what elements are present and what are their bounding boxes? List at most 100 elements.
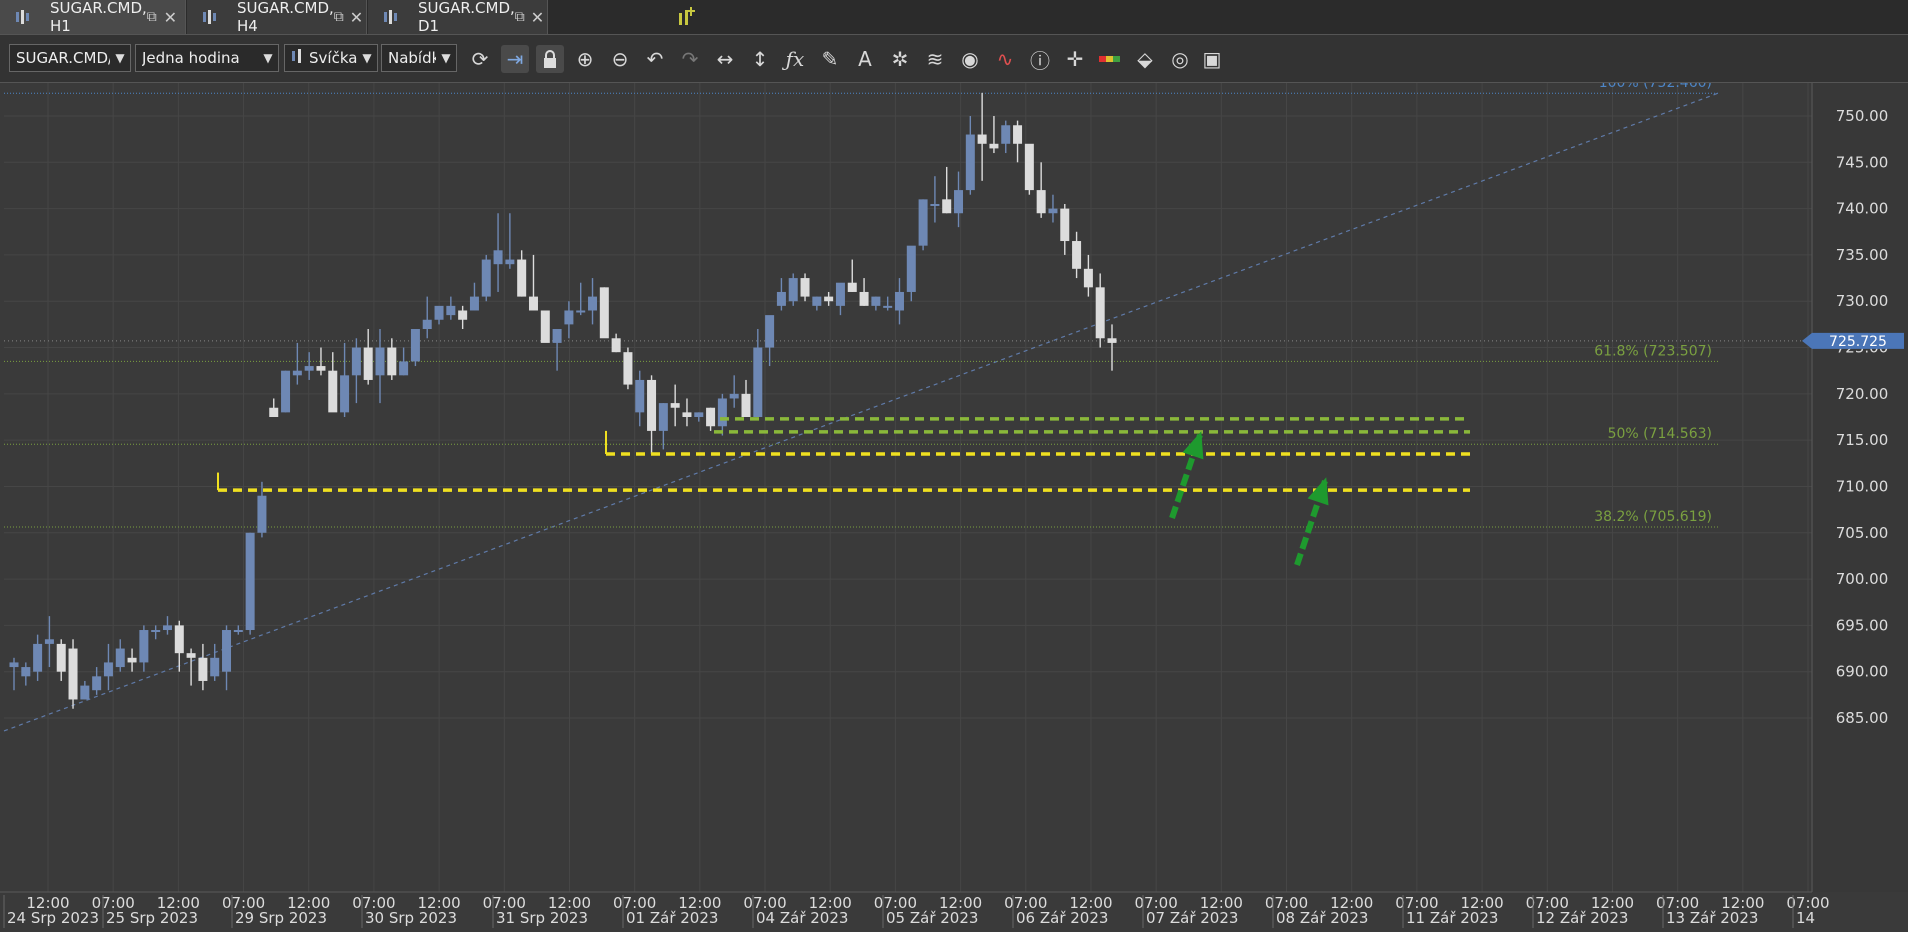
candle-body <box>517 259 527 297</box>
chart-type-select[interactable]: Svíčka ▼ <box>284 44 378 72</box>
x-date-label: 25 Srp 2023 <box>106 909 198 927</box>
candle-body <box>883 305 893 308</box>
chevron-down-icon: ▼ <box>263 51 273 65</box>
layers-icon[interactable]: ≋ <box>921 45 949 73</box>
candle-body <box>623 352 633 385</box>
auto-scroll-icon[interactable]: ⇥ <box>501 45 529 73</box>
candle-body <box>564 310 574 325</box>
tab-sugar-h1[interactable]: SUGAR.CMD, H1 ⧉ ✕ <box>0 0 186 35</box>
candle-body <box>493 250 503 265</box>
candle-body <box>351 347 361 376</box>
candle-body <box>186 653 196 658</box>
chevron-down-icon: ▼ <box>362 51 372 65</box>
period-select[interactable]: Jedna hodina ▼ <box>135 44 279 72</box>
zoom-in-icon[interactable]: ⊕ <box>571 45 599 73</box>
candle-body <box>694 412 704 417</box>
candle-body <box>552 329 562 343</box>
instrument-select[interactable]: SUGAR.CMD/USD ▼ <box>9 44 131 72</box>
price-side-select[interactable]: Nabídka ▼ <box>381 44 457 72</box>
color-scheme-icon[interactable] <box>1096 45 1124 73</box>
popout-icon[interactable]: ⧉ <box>147 9 158 25</box>
close-icon[interactable]: ✕ <box>531 8 544 27</box>
x-date-label: 29 Srp 2023 <box>235 909 327 927</box>
templates-icon[interactable]: ◎ <box>1166 45 1194 73</box>
candle-body <box>505 259 515 265</box>
tab-label: SUGAR.CMD, H4 <box>237 0 334 35</box>
instrument-value: SUGAR.CMD/USD <box>16 49 110 67</box>
candle-body <box>1013 125 1023 144</box>
indicators-icon[interactable]: ƒx <box>781 45 809 73</box>
eye-icon[interactable]: ◉ <box>956 45 984 73</box>
patterns-icon[interactable]: ✲ <box>886 45 914 73</box>
fit-vertical-icon[interactable]: ↕ <box>746 45 774 73</box>
candle-body <box>68 648 78 700</box>
candle-body <box>918 199 928 246</box>
candle-body <box>859 291 869 306</box>
candle-body <box>658 403 668 431</box>
y-tick-label: 695.00 <box>1836 616 1889 634</box>
candle-body <box>835 282 845 306</box>
text-icon[interactable]: A <box>851 45 879 73</box>
lock-icon[interactable] <box>536 45 564 73</box>
paint-icon[interactable]: ⬙ <box>1131 45 1159 73</box>
tab-sugar-h4[interactable]: SUGAR.CMD, H4 ⧉ ✕ <box>187 0 367 35</box>
close-icon[interactable]: ✕ <box>164 8 177 27</box>
x-date-label: 30 Srp 2023 <box>365 909 457 927</box>
candle-body <box>139 630 149 663</box>
candle-body <box>635 379 645 413</box>
chart-area[interactable]: 685.00 690.00 695.00 700.00 705.00 710.00 715.… <box>0 75 1908 928</box>
candle-body <box>328 370 338 413</box>
redo-icon[interactable]: ↷ <box>676 45 704 73</box>
pencil-icon[interactable]: ✎ <box>816 45 844 73</box>
info-icon[interactable]: ⓘ <box>1026 45 1054 73</box>
toolbar: SUGAR.CMD/USD ▼ Jedna hodina ▼ Svíčka ▼ Nab… <box>0 35 1908 83</box>
candle-body <box>729 393 739 399</box>
candle-body <box>965 134 975 191</box>
popout-icon[interactable]: ⧉ <box>334 9 344 25</box>
candle-body <box>399 361 409 376</box>
candlestick-icon <box>14 9 30 25</box>
y-tick-label: 745.00 <box>1836 153 1889 171</box>
candle-body <box>469 296 479 311</box>
candle-body <box>1036 190 1046 214</box>
candle-body <box>127 657 137 663</box>
y-tick-label: 740.00 <box>1836 200 1889 218</box>
crosshair-icon[interactable]: ✛ <box>1061 45 1089 73</box>
candle-body <box>103 662 113 677</box>
tab-label: SUGAR.CMD, D1 <box>418 0 515 35</box>
x-date-label: 14 <box>1796 909 1815 927</box>
candle-body <box>92 676 102 691</box>
x-date-label: 31 Srp 2023 <box>496 909 588 927</box>
candle-body <box>21 667 31 677</box>
price-chart[interactable]: 685.00 690.00 695.00 700.00 705.00 710.00 715.… <box>0 75 1908 928</box>
candle-body <box>222 630 232 672</box>
refresh-icon[interactable]: ⟳ <box>466 45 494 73</box>
y-tick-label: 700.00 <box>1836 570 1889 588</box>
x-date-label: 24 Srp 2023 <box>7 909 99 927</box>
candle-body <box>80 685 90 700</box>
popout-icon[interactable]: ⧉ <box>515 9 525 25</box>
close-icon[interactable]: ✕ <box>350 8 363 27</box>
add-chart-icon[interactable] <box>676 5 700 29</box>
candle-body <box>375 347 385 376</box>
candle-body <box>717 398 727 427</box>
plot-background <box>4 83 1812 892</box>
tab-sugar-d1[interactable]: SUGAR.CMD, D1 ⧉ ✕ <box>368 0 548 35</box>
candle-body <box>599 287 609 339</box>
candle-body <box>824 296 834 302</box>
candle-body <box>847 282 857 292</box>
fit-horizontal-icon[interactable]: ↔ <box>711 45 739 73</box>
candle-body <box>257 495 267 533</box>
alert-icon[interactable]: ∿ <box>991 45 1019 73</box>
tab-bar: SUGAR.CMD, H1 ⧉ ✕ SUGAR.CMD, H4 ⧉ ✕ SUGA… <box>0 0 1908 35</box>
period-value: Jedna hodina <box>142 49 240 67</box>
zoom-out-icon[interactable]: ⊖ <box>606 45 634 73</box>
save-icon[interactable]: ▣ <box>1198 45 1226 73</box>
x-date-label: 05 Zář 2023 <box>886 909 978 927</box>
candle-body <box>174 625 184 654</box>
chevron-down-icon: ▼ <box>115 51 125 65</box>
x-date-label: 12 Zář 2023 <box>1536 909 1628 927</box>
chart-type-value: Svíčka <box>309 49 357 67</box>
x-date-label: 06 Zář 2023 <box>1016 909 1108 927</box>
undo-icon[interactable]: ↶ <box>641 45 669 73</box>
